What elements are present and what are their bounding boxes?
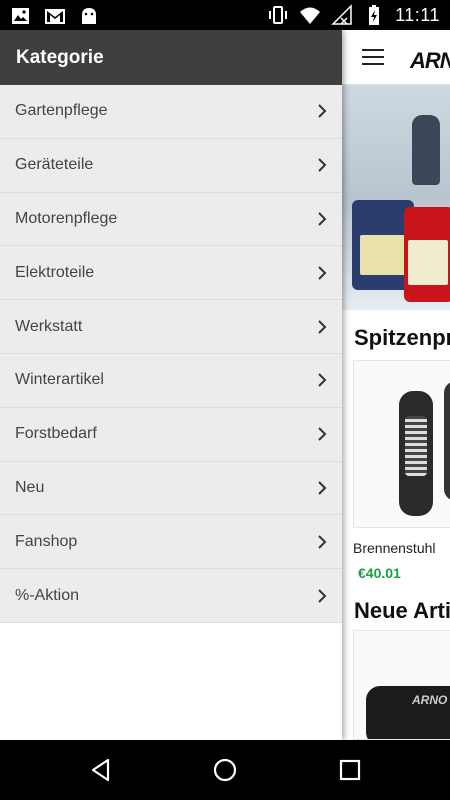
category-item-fanshop[interactable]: Fanshop [0,515,342,570]
category-label: Forstbedarf [15,425,97,443]
home-icon[interactable] [212,757,238,783]
category-item-motorenpflege[interactable]: Motorenpflege [0,192,342,247]
drawer-header: Kategorie [0,30,342,85]
category-item-aktion[interactable]: %-Aktion [0,569,342,623]
chevron-right-icon [318,373,327,388]
chevron-right-icon [318,481,327,495]
chevron-right-icon [318,212,327,226]
category-drawer: Kategorie Gartenpflege Geräteteile Motor… [0,30,342,740]
chevron-right-icon [318,158,327,172]
image-icon [12,8,29,24]
chevron-right-icon [318,104,327,119]
battery-charging-icon [369,5,380,25]
drawer-scrim[interactable] [342,30,450,740]
chevron-right-icon [318,427,327,441]
category-label: Motorenpflege [15,209,118,227]
category-item-geraeteteile[interactable]: Geräteteile [0,138,342,193]
category-label: %-Aktion [15,586,80,604]
gmail-icon [45,9,65,24]
chevron-right-icon [318,319,327,334]
category-label: Neu [15,478,45,496]
no-signal-icon [331,4,352,25]
category-item-neu[interactable]: Neu [0,461,342,516]
chevron-right-icon [318,266,327,280]
android-icon [82,8,96,24]
status-time: 11:11 [395,4,440,25]
system-nav-bar [0,740,450,800]
recents-icon[interactable] [337,757,363,783]
category-item-werkstatt[interactable]: Werkstatt [0,300,342,354]
status-bar: 11:11 [0,0,450,30]
chevron-right-icon [318,588,327,603]
category-label: Fanshop [15,532,78,550]
category-list: Gartenpflege Geräteteile Motorenpflege E… [0,85,342,623]
category-label: Werkstatt [15,317,83,335]
category-label: Elektroteile [15,263,95,281]
category-label: Winterartikel [15,371,104,389]
vibrate-icon [269,6,288,24]
category-item-elektroteile[interactable]: Elektroteile [0,246,342,301]
drawer-title: Kategorie [16,46,104,68]
chevron-right-icon [318,535,327,549]
category-item-forstbedarf[interactable]: Forstbedarf [0,407,342,462]
category-item-gartenpflege[interactable]: Gartenpflege [0,85,342,139]
category-item-winterartikel[interactable]: Winterartikel [0,353,342,408]
back-icon[interactable] [88,757,114,783]
category-label: Gartenpflege [15,102,108,120]
wifi-icon [300,7,321,24]
category-label: Geräteteile [15,156,94,174]
